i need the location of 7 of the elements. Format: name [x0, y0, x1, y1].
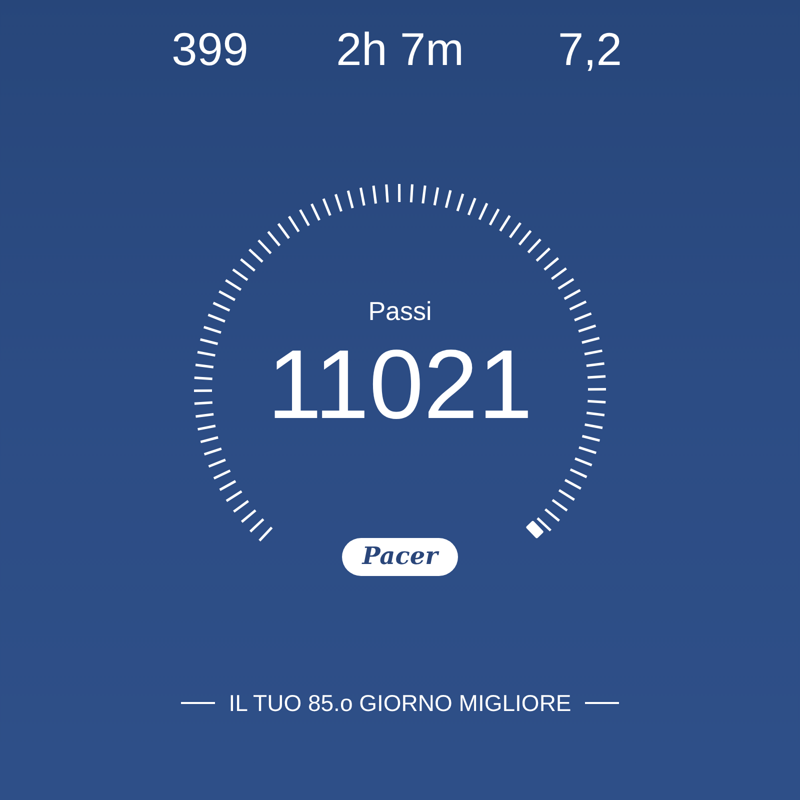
- achievement-text: IL TUO 85.o GIORNO MIGLIORE: [228, 689, 572, 718]
- stat-value: 7,2: [558, 22, 622, 76]
- stat-value: 399: [172, 22, 248, 76]
- logo: Pacer: [342, 538, 458, 576]
- steps-count: 11021: [267, 334, 533, 434]
- stat-value: 2h 7m: [336, 22, 464, 76]
- steps-label: Passi: [368, 296, 432, 326]
